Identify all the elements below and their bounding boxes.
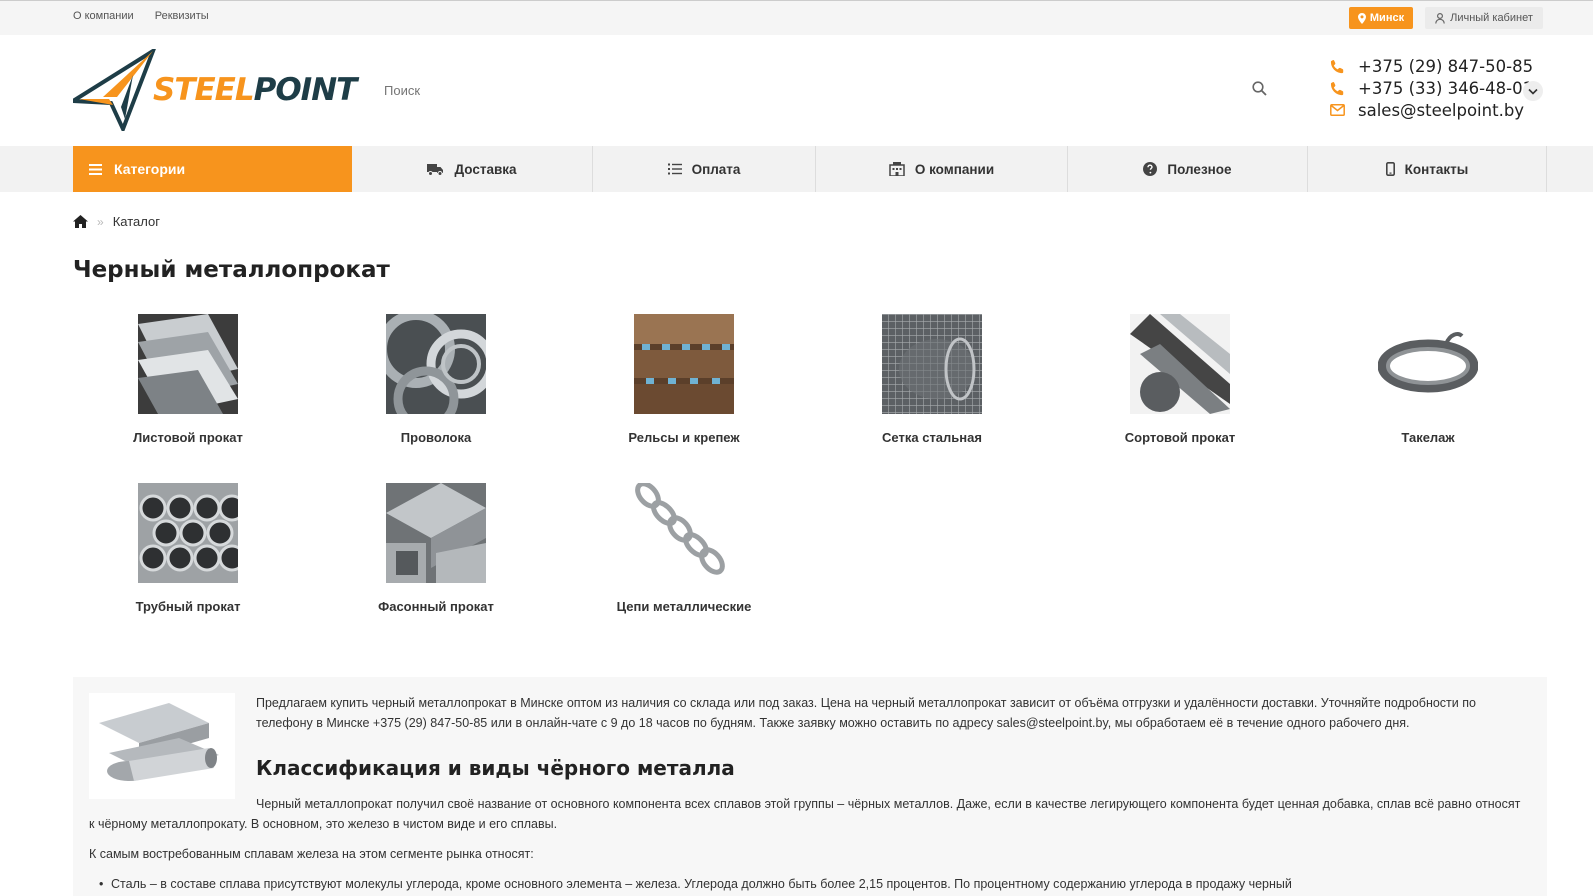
category-image-wire	[386, 314, 486, 414]
chevron-down-icon	[1528, 88, 1538, 95]
categories-button[interactable]: Категории	[73, 146, 352, 192]
main-nav: Категории Доставка Оплата О компании Пол…	[0, 146, 1593, 192]
category-label: Рельсы и крепеж	[628, 430, 740, 445]
category-label: Трубный прокат	[135, 599, 241, 614]
city-label: Минск	[1369, 12, 1405, 24]
categories-label: Категории	[114, 161, 186, 177]
search-bar	[372, 75, 1272, 105]
category-image-mesh	[882, 314, 982, 414]
nav-item-useful[interactable]: Полезное	[1068, 146, 1308, 192]
header-contacts: +375 (29) 847-50-85 +375 (33) 346-48-01 …	[1330, 55, 1533, 121]
nav-label-about: О компании	[914, 161, 995, 177]
nav-label-useful: Полезное	[1167, 161, 1232, 177]
seo-description: Предлагаем купить черный металлопрокат в…	[73, 677, 1547, 896]
phone-row-1[interactable]: +375 (29) 847-50-85	[1330, 55, 1533, 77]
category-card[interactable]: Цепи металлические	[584, 483, 784, 614]
category-image-bars	[1130, 314, 1230, 414]
seo-paragraph: К самым востребованным сплавам железа на…	[89, 847, 534, 861]
category-card[interactable]: Фасонный прокат	[336, 483, 536, 614]
phone-2[interactable]: +375 (33) 346-48-01	[1358, 79, 1533, 98]
search-input[interactable]	[372, 75, 1272, 105]
breadcrumb: » Каталог	[73, 214, 160, 229]
category-image-pipes	[138, 483, 238, 583]
nav-item-about[interactable]: О компании	[816, 146, 1068, 192]
city-select-button[interactable]: Минск	[1349, 7, 1413, 29]
truck-icon	[427, 163, 444, 176]
email-row[interactable]: sales@steelpoint.by	[1330, 99, 1533, 121]
nav-label-contacts: Контакты	[1404, 161, 1469, 177]
category-image-sheet	[138, 314, 238, 414]
nav-item-delivery[interactable]: Доставка	[352, 146, 593, 192]
personal-cabinet-button[interactable]: Личный кабинет	[1425, 7, 1543, 29]
category-card[interactable]: Сортовой прокат	[1080, 314, 1280, 445]
top-links: О компании Реквизиты	[73, 10, 227, 22]
contacts-expand-button[interactable]	[1523, 81, 1543, 101]
phone-1[interactable]: +375 (29) 847-50-85	[1358, 57, 1533, 76]
nav-label-delivery: Доставка	[454, 161, 517, 177]
seo-heading: Классификация и виды чёрного металла	[256, 756, 735, 780]
seo-image	[89, 693, 235, 799]
mobile-phone-icon	[1385, 162, 1395, 176]
question-circle-icon	[1143, 162, 1158, 176]
logo-point: POINT	[253, 72, 358, 108]
category-card[interactable]: Рельсы и крепеж	[584, 314, 784, 445]
category-label: Фасонный прокат	[378, 599, 494, 614]
user-icon	[1435, 12, 1445, 24]
top-link-about[interactable]: О компании	[73, 10, 134, 22]
page-title: Черный металлопрокат	[73, 257, 390, 283]
envelope-icon	[1330, 104, 1345, 116]
map-pin-icon	[1357, 12, 1366, 24]
cabinet-label: Личный кабинет	[1450, 12, 1533, 24]
home-icon[interactable]	[73, 215, 88, 228]
breadcrumb-separator: »	[97, 214, 104, 229]
category-label: Проволока	[400, 430, 472, 445]
phone-icon	[1330, 59, 1344, 73]
category-card[interactable]: Листовой прокат	[88, 314, 288, 445]
top-link-requisites[interactable]: Реквизиты	[155, 10, 209, 22]
list-icon	[667, 163, 682, 175]
category-card[interactable]: Трубный прокат	[88, 483, 288, 614]
category-label: Такелаж	[1401, 430, 1455, 445]
category-card[interactable]: Такелаж	[1328, 314, 1528, 445]
logo-steel: STEEL	[153, 72, 255, 108]
email[interactable]: sales@steelpoint.by	[1358, 101, 1524, 120]
search-icon[interactable]	[1252, 81, 1267, 96]
hamburger-icon	[89, 163, 102, 175]
building-icon	[889, 162, 905, 176]
category-image-profile	[386, 483, 486, 583]
phone-row-2[interactable]: +375 (33) 346-48-01	[1330, 77, 1533, 99]
breadcrumb-current[interactable]: Каталог	[113, 214, 160, 229]
phone-icon	[1330, 81, 1344, 95]
nav-item-payment[interactable]: Оплата	[593, 146, 816, 192]
logo-mark-icon	[73, 49, 156, 131]
top-bar: О компании Реквизиты Минск Личный кабине…	[0, 0, 1593, 35]
category-card[interactable]: Сетка стальная	[832, 314, 1032, 445]
category-image-rails	[634, 314, 734, 414]
category-image-chain	[634, 483, 734, 583]
category-label: Листовой прокат	[133, 430, 243, 445]
header: STEELPOINT +375 (29) 847-50-85 +375 (33)…	[0, 35, 1593, 146]
logo-wordmark: STEELPOINT	[153, 72, 358, 108]
category-label: Цепи металлические	[616, 599, 752, 614]
nav-item-contacts[interactable]: Контакты	[1308, 146, 1547, 192]
logo[interactable]: STEELPOINT	[73, 49, 358, 131]
seo-intro-text: Предлагаем купить черный металлопрокат в…	[256, 696, 1476, 730]
category-label: Сетка стальная	[882, 430, 982, 445]
category-card[interactable]: Проволока	[336, 314, 536, 445]
nav-label-payment: Оплата	[691, 161, 741, 177]
seo-paragraph: Черный металлопрокат получил своё назван…	[89, 797, 1521, 831]
category-label: Сортовой прокат	[1124, 430, 1236, 445]
seo-list-item: Сталь – в составе сплава присутствуют мо…	[99, 874, 1511, 894]
category-image-rigging	[1378, 314, 1478, 414]
